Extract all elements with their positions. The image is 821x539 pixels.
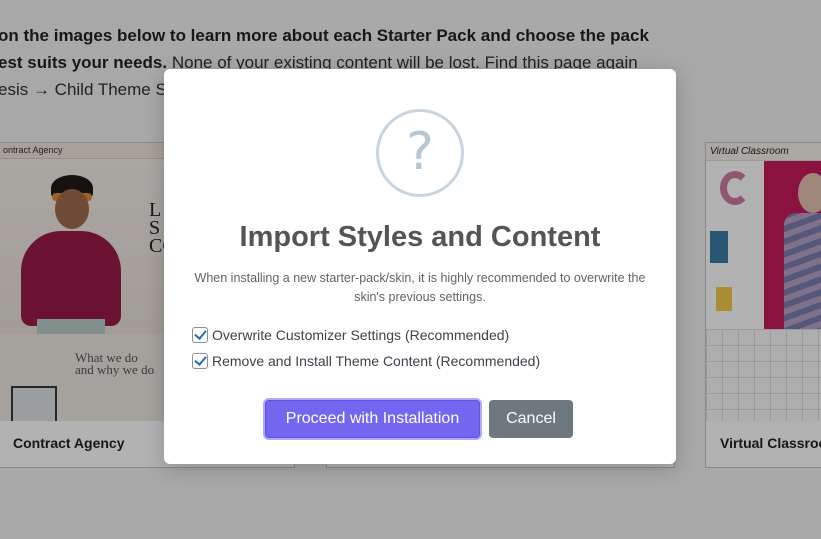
- overwrite-customizer-checkbox[interactable]: [192, 327, 208, 343]
- question-icon: ?: [376, 109, 464, 197]
- proceed-button[interactable]: Proceed with Installation: [265, 400, 480, 438]
- remove-install-content-option[interactable]: Remove and Install Theme Content (Recomm…: [192, 353, 540, 369]
- overwrite-customizer-option[interactable]: Overwrite Customizer Settings (Recommend…: [192, 327, 509, 343]
- import-dialog: ? Import Styles and Content When install…: [164, 69, 676, 464]
- dialog-description: When installing a new starter-pack/skin,…: [194, 271, 646, 304]
- dialog-title: Import Styles and Content: [239, 221, 601, 253]
- remove-install-content-label[interactable]: Remove and Install Theme Content (Recomm…: [212, 353, 540, 369]
- remove-install-content-checkbox[interactable]: [192, 353, 208, 369]
- cancel-button[interactable]: Cancel: [489, 400, 573, 438]
- overwrite-customizer-label[interactable]: Overwrite Customizer Settings (Recommend…: [212, 327, 509, 343]
